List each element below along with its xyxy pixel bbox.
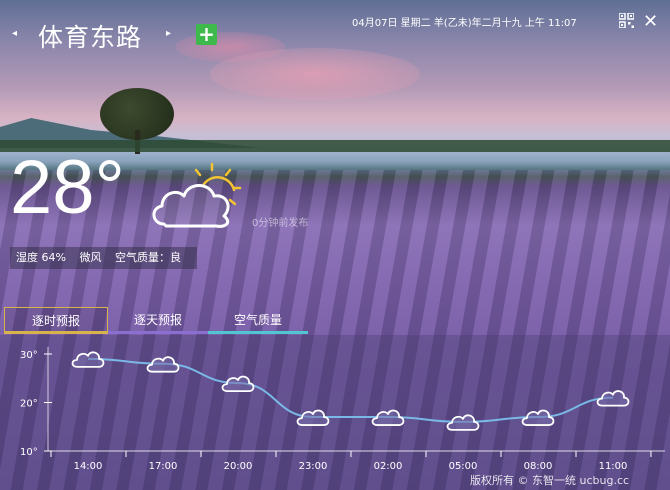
cloud-icon [71,351,105,368]
x-tick-label: 17:00 [149,461,178,472]
copyright: 版权所有 © 东智一统 ucbug.cc [470,474,630,487]
y-tick-label: 30° [20,350,38,361]
prev-city-icon[interactable]: ◂ [12,28,17,39]
cloud-icon [371,409,405,426]
hourly-temperature-chart: 30° 20° 10° 14:00 17:00 20:00 23:00 02:00 05:00 0… [20,347,665,472]
x-tick-label: 23:00 [299,461,328,472]
y-tick-label: 20° [20,399,38,410]
qr-code-icon[interactable] [619,13,634,28]
cloud-icon [446,414,480,431]
tab-hourly[interactable]: 逐时预报 [4,307,108,333]
x-tick-label: 11:00 [599,461,628,472]
tab-daily[interactable]: 逐天预报 [108,307,208,331]
cloud-icon [521,409,555,426]
city-name: 体育东路 [38,23,143,52]
top-bar: ◂ 体育东路 ▸ + 04月07日 星期二 羊(乙未)年二月十九 上午 11:0… [0,0,670,60]
y-tick-label: 10° [20,447,38,458]
cloud-icon [596,390,630,407]
next-city-icon[interactable]: ▸ [166,28,171,39]
wind: 微风 [79,251,102,264]
tab-air-quality[interactable]: 空气质量 [208,307,308,331]
weather-details: 湿度 64% 微风 空气质量：良 [10,247,197,269]
humidity: 湿度 64% [16,251,66,264]
cloud-icon [296,409,330,426]
tab-air-underline [208,331,308,334]
current-temperature: 28° [10,145,125,230]
update-time: 0分钟前发布 [252,218,309,229]
tab-daily-underline [108,331,208,334]
x-tick-label: 20:00 [224,461,253,472]
x-tick-label: 05:00 [449,461,478,472]
cloud-icon [221,375,255,392]
tab-hourly-underline [4,331,108,334]
x-tick-label: 02:00 [374,461,403,472]
cloud-icon [146,356,180,373]
close-icon[interactable]: ✕ [643,11,658,32]
air-quality: 空气质量：良 [114,251,181,264]
date-time: 04月07日 星期二 羊(乙未)年二月十九 上午 11:07 [352,18,577,29]
x-tick-label: 08:00 [524,461,553,472]
add-city-button[interactable]: + [196,24,217,45]
forecast-tabs: 逐时预报 逐天预报 空气质量 [4,307,670,334]
partly-cloudy-icon [152,162,242,228]
x-tick-label: 14:00 [74,461,103,472]
